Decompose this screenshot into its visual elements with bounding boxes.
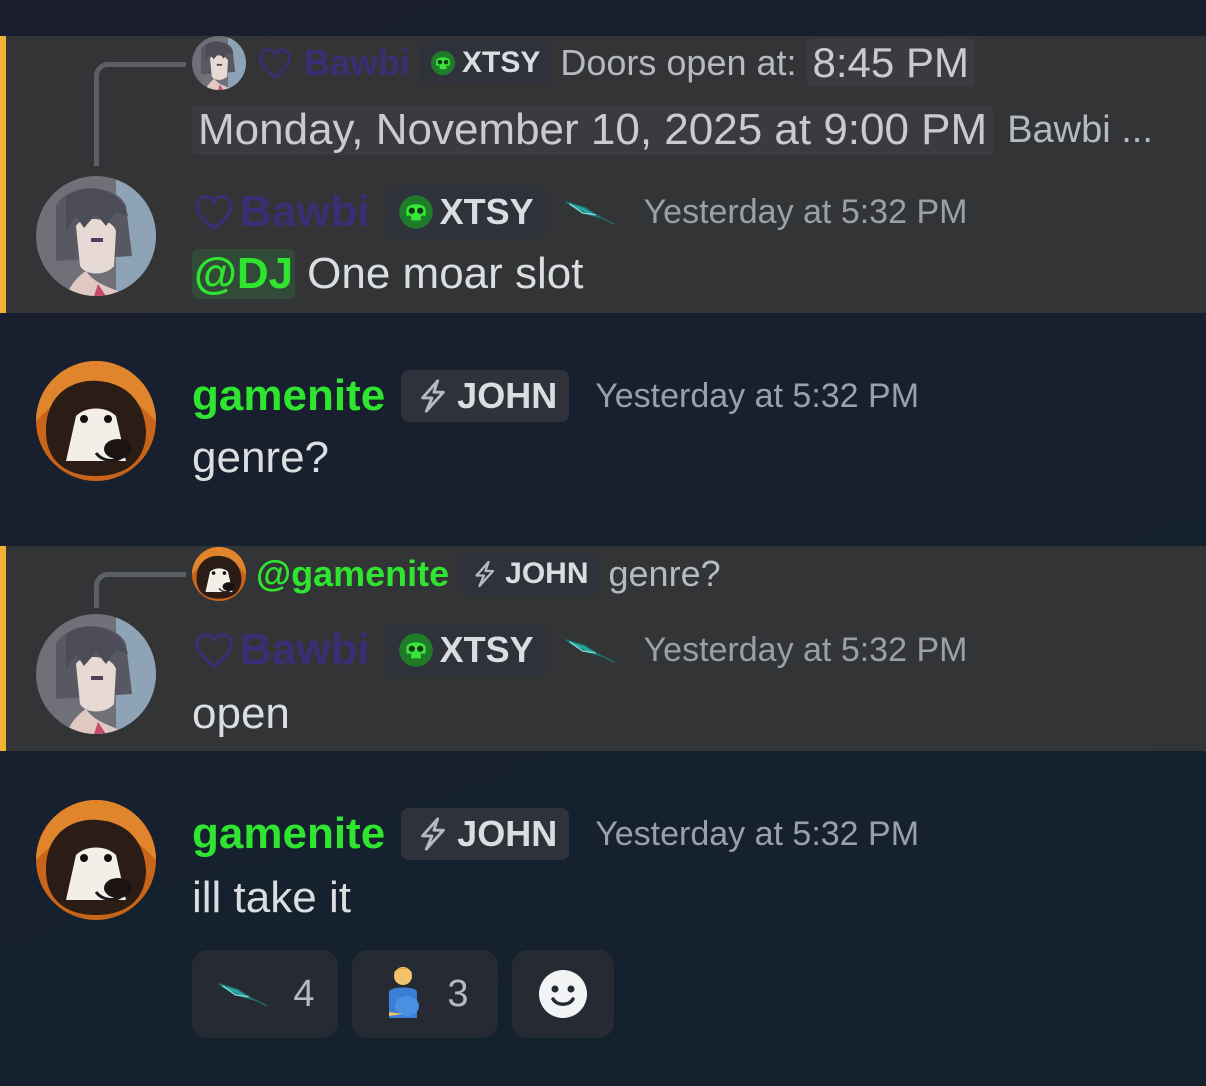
author-name[interactable]: Bawbi — [192, 625, 370, 675]
add-reaction-button[interactable] — [512, 950, 614, 1038]
message-timestamp[interactable]: Yesterday at 5:32 PM — [644, 193, 968, 232]
reply-text: genre? — [608, 553, 721, 594]
message-header: Bawbi XTSY Yesterday at 5:32 PM — [192, 622, 967, 678]
custom-glyph-icon — [562, 634, 618, 666]
message-text: ill take it — [192, 873, 351, 922]
message-text: open — [192, 689, 290, 738]
message-content: genre? — [192, 430, 329, 486]
reply-author-name[interactable]: Bawbi — [304, 42, 410, 84]
timestamp-chip[interactable]: 8:45 PM — [806, 39, 975, 87]
message-content: @DJ One moar slot — [192, 246, 584, 302]
author-name[interactable]: Bawbi — [192, 187, 370, 237]
message-text: One moar slot — [307, 249, 584, 298]
lightning-icon — [469, 559, 499, 589]
reply-avatar[interactable] — [192, 547, 246, 601]
reply-preview[interactable]: @gamenite JOHN genre? — [192, 546, 721, 602]
message-timestamp[interactable]: Yesterday at 5:32 PM — [595, 377, 919, 416]
role-tag: JOHN — [459, 553, 599, 595]
reaction-count: 3 — [447, 972, 469, 1015]
avatar[interactable] — [36, 614, 156, 734]
role-tag-label: JOHN — [505, 557, 589, 590]
message-bawbi-2[interactable]: @gamenite JOHN genre? Bawbi XTSY Yesterd… — [0, 546, 1206, 751]
message-header: Bawbi XTSY Yesterday at 5:32 PM — [192, 184, 967, 240]
user-mention[interactable]: @DJ — [192, 249, 296, 299]
author-name-text: Bawbi — [240, 625, 370, 674]
skull-icon — [398, 194, 434, 230]
reply-text: Doors open at: — [560, 42, 797, 83]
skull-icon — [398, 632, 434, 668]
message-gamenite-2[interactable]: gamenite JOHN Yesterday at 5:32 PM ill t… — [0, 800, 1206, 940]
add-reaction-icon — [539, 970, 587, 1018]
message-content: open — [192, 686, 290, 742]
reply-author-name[interactable]: @gamenite — [256, 553, 449, 595]
avatar[interactable] — [36, 176, 156, 296]
heart-icon — [256, 44, 294, 82]
custom-glyph-icon — [562, 196, 618, 228]
reaction-count: 4 — [293, 972, 315, 1015]
message-timestamp[interactable]: Yesterday at 5:32 PM — [595, 815, 919, 854]
message-text: genre? — [192, 433, 330, 482]
author-name-text: Bawbi — [240, 187, 370, 236]
role-tag[interactable]: JOHN — [401, 808, 570, 860]
custom-glyph-icon — [215, 977, 271, 1011]
role-tag[interactable]: XTSY — [385, 624, 546, 676]
reaction-bar: 4 3 — [192, 950, 614, 1038]
lightning-icon — [413, 815, 451, 853]
heart-icon — [192, 628, 236, 672]
role-tag-label: XTSY — [439, 191, 534, 232]
chat-message-list: Bawbi XTSY Doors open at: 8:45 PM Monday… — [0, 0, 1206, 1086]
heart-icon — [192, 190, 236, 234]
role-tag-label: XTSY — [439, 629, 534, 670]
role-tag-label: JOHN — [457, 375, 558, 416]
reply-preview-continued: Monday, November 10, 2025 at 9:00 PM Baw… — [192, 98, 1153, 162]
avatar[interactable] — [36, 361, 156, 481]
role-tag: XTSY — [420, 42, 551, 84]
message-gamenite-1[interactable]: gamenite JOHN Yesterday at 5:32 PM genre… — [0, 360, 1206, 490]
author-name[interactable]: gamenite — [192, 371, 385, 421]
role-tag[interactable]: JOHN — [401, 370, 570, 422]
reaction-pregnant-man[interactable]: 3 — [352, 950, 498, 1038]
timestamp-full-chip[interactable]: Monday, November 10, 2025 at 9:00 PM — [192, 105, 994, 155]
pregnant-man-icon — [389, 967, 420, 1018]
message-timestamp[interactable]: Yesterday at 5:32 PM — [644, 631, 968, 670]
reaction-custom-glyph[interactable]: 4 — [192, 950, 338, 1038]
message-header: gamenite JOHN Yesterday at 5:32 PM — [192, 806, 919, 862]
lightning-icon — [413, 377, 451, 415]
reply-avatar[interactable] — [192, 36, 246, 90]
message-content: ill take it — [192, 870, 351, 926]
reply-connector — [94, 572, 186, 608]
role-tag[interactable]: XTSY — [385, 186, 546, 238]
author-name[interactable]: gamenite — [192, 809, 385, 859]
reply-preview[interactable]: Bawbi XTSY Doors open at: 8:45 PM — [192, 35, 975, 91]
skull-icon — [430, 50, 456, 76]
reply-trailing-text: Bawbi ... — [1007, 108, 1153, 151]
reply-connector — [94, 62, 186, 166]
role-tag-label: XTSY — [462, 46, 541, 79]
role-tag-label: JOHN — [457, 813, 558, 854]
avatar[interactable] — [36, 800, 156, 920]
message-header: gamenite JOHN Yesterday at 5:32 PM — [192, 368, 919, 424]
message-bawbi-1[interactable]: Bawbi XTSY Doors open at: 8:45 PM Monday… — [0, 36, 1206, 313]
